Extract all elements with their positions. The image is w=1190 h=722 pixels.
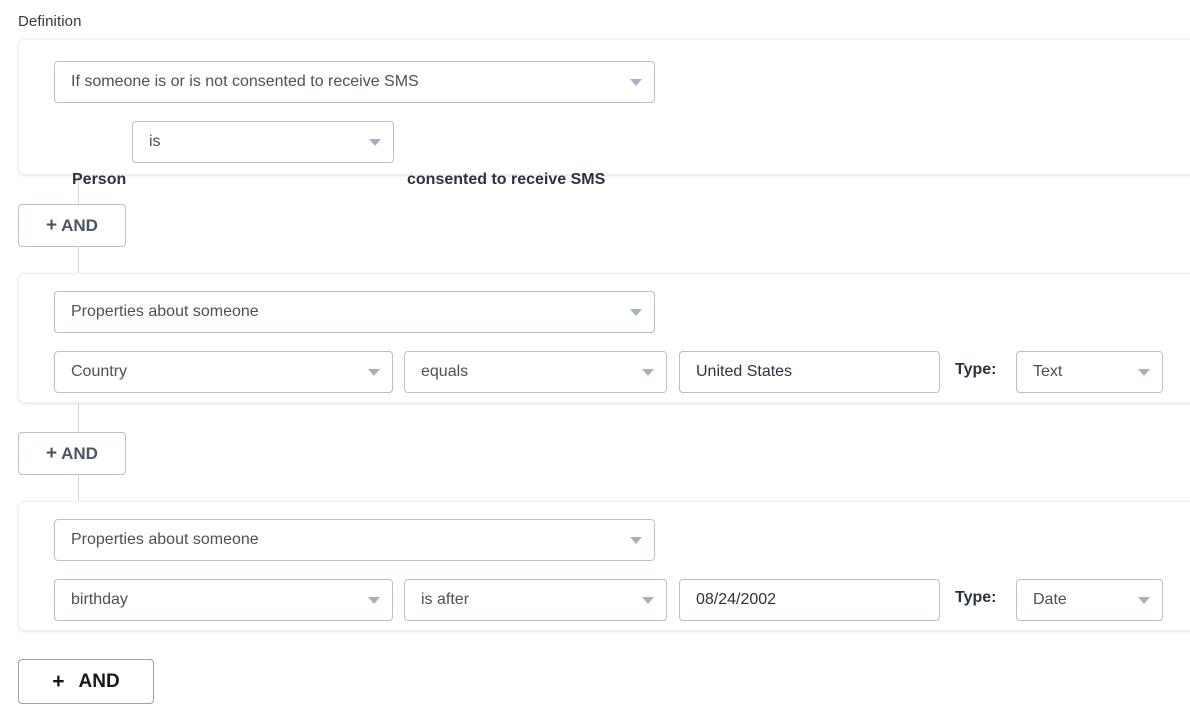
condition-1-trigger-value: If someone is or is not consented to rec… — [71, 73, 419, 90]
chevron-down-icon — [1138, 596, 1150, 604]
condition-3-operator-value: is after — [421, 591, 470, 608]
condition-3-type-label: Type: — [955, 589, 997, 606]
chevron-down-icon — [630, 536, 642, 544]
add-and-condition-label-1: AND — [61, 215, 98, 235]
chevron-down-icon — [642, 368, 654, 376]
condition-1-operator-select[interactable]: is — [132, 121, 394, 163]
condition-2-field-select[interactable]: Country — [54, 351, 393, 393]
condition-2-operator-value: equals — [421, 363, 469, 380]
chevron-down-icon — [630, 78, 642, 86]
condition-2-trigger-select[interactable]: Properties about someone — [54, 291, 655, 333]
condition-3-field-value: birthday — [71, 591, 128, 608]
condition-2-operator-select[interactable]: equals — [404, 351, 667, 393]
chevron-down-icon — [368, 596, 380, 604]
condition-3-type-select[interactable]: Date — [1016, 579, 1163, 621]
add-and-condition-button-2[interactable]: + AND — [18, 432, 126, 475]
condition-1-suffix-text: consented to receive SMS — [407, 171, 606, 188]
definition-builder: Definition If someone is or is not conse… — [0, 0, 1190, 722]
condition-3-trigger-value: Properties about someone — [71, 531, 259, 548]
condition-2-value-input[interactable]: United States — [679, 351, 940, 393]
chevron-down-icon — [642, 596, 654, 604]
page-title: Definition — [18, 13, 82, 30]
chevron-down-icon — [630, 308, 642, 316]
condition-3-value-text: 08/24/2002 — [696, 591, 777, 608]
condition-2-value-text: United States — [696, 363, 793, 380]
condition-2-field-value: Country — [71, 363, 128, 380]
add-and-group-button[interactable]: + AND — [18, 659, 154, 704]
plus-icon: + — [52, 669, 65, 693]
condition-2-type-select[interactable]: Text — [1016, 351, 1163, 393]
condition-1-trigger-select[interactable]: If someone is or is not consented to rec… — [54, 61, 655, 103]
chevron-down-icon — [369, 138, 381, 146]
add-and-condition-button-1[interactable]: + AND — [18, 204, 126, 247]
condition-3-value-input[interactable]: 08/24/2002 — [679, 579, 940, 621]
plus-icon: + — [46, 214, 58, 236]
condition-card-2: Properties about someone Country equals … — [18, 273, 1190, 403]
condition-card-3: Properties about someone birthday is aft… — [18, 501, 1190, 631]
chevron-down-icon — [368, 368, 380, 376]
add-and-group-label: AND — [78, 670, 120, 692]
condition-1-subject-label: Person — [72, 171, 127, 188]
condition-card-1: If someone is or is not consented to rec… — [18, 39, 1190, 188]
condition-1-operator-value: is — [149, 133, 161, 150]
condition-3-trigger-select[interactable]: Properties about someone — [54, 519, 655, 561]
condition-3-field-select[interactable]: birthday — [54, 579, 393, 621]
condition-2-type-value: Text — [1033, 363, 1063, 380]
condition-2-trigger-value: Properties about someone — [71, 303, 259, 320]
add-and-condition-label-2: AND — [61, 443, 98, 463]
condition-3-type-value: Date — [1033, 591, 1067, 608]
plus-icon: + — [46, 442, 58, 464]
chevron-down-icon — [1138, 368, 1150, 376]
condition-3-operator-select[interactable]: is after — [404, 579, 667, 621]
condition-2-type-label: Type: — [955, 361, 997, 378]
